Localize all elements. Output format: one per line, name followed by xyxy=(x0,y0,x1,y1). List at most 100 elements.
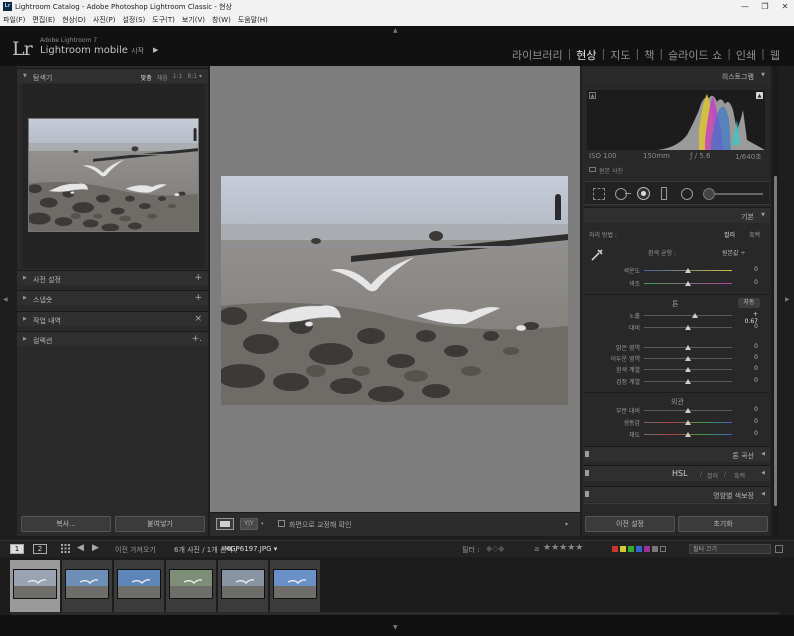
slider-track[interactable] xyxy=(644,345,732,350)
slider-track[interactable] xyxy=(644,408,732,413)
menu-view[interactable]: 보기(V) xyxy=(182,15,205,25)
histogram-graph[interactable]: ▲ ▲ xyxy=(587,90,765,150)
slider-track[interactable] xyxy=(644,356,732,361)
right-panel-scrollbar[interactable] xyxy=(773,66,778,536)
module-library[interactable]: 라이브러리 xyxy=(512,47,563,63)
filmstrip-filename[interactable]: IMGP6197.JPG ▾ xyxy=(222,545,277,553)
adjustment-brush-slider[interactable] xyxy=(715,193,763,195)
add-snapshot-icon[interactable]: + xyxy=(194,293,202,303)
menu-window[interactable]: 창(W) xyxy=(212,15,231,25)
add-collection-icon[interactable]: +. xyxy=(192,334,202,344)
navigator-header[interactable]: ▼ 탐색기 맞춤 채움 1:1 8:1 ▾ xyxy=(17,68,208,83)
flag-filter-icons[interactable]: ◆◇◆ xyxy=(486,544,504,553)
slider-track[interactable] xyxy=(644,367,732,372)
slider-track[interactable] xyxy=(644,420,732,425)
tone-auto-button[interactable]: 자동 xyxy=(738,298,760,308)
loupe-view-icon[interactable] xyxy=(216,518,234,530)
module-web[interactable]: 웹 xyxy=(770,47,780,63)
panel-switch-icon[interactable] xyxy=(585,470,589,476)
slider-knob[interactable] xyxy=(685,325,691,330)
slider-knob[interactable] xyxy=(685,367,691,372)
slider-track[interactable] xyxy=(644,432,732,437)
slider-track[interactable] xyxy=(644,379,732,384)
view-options-chevron-icon[interactable]: ▾ xyxy=(261,521,264,527)
hsl-header[interactable]: HSL / 컬러 / 흑백 ◀ xyxy=(584,465,770,481)
slider-value[interactable]: 0 xyxy=(738,365,758,372)
original-photo-checkbox[interactable] xyxy=(589,167,596,172)
treatment-color-option[interactable]: 컬러 xyxy=(724,230,735,239)
slider-knob[interactable] xyxy=(685,420,691,425)
treatment-bw-option[interactable]: 흑백 xyxy=(749,230,760,239)
slider-knob[interactable] xyxy=(692,313,699,318)
navigator-preview-image[interactable] xyxy=(28,118,199,232)
hsl-title[interactable]: HSL xyxy=(672,469,688,478)
spot-removal-tool-icon[interactable] xyxy=(615,188,627,200)
histogram-header[interactable]: 히스토그램 ▼ xyxy=(584,68,770,84)
paste-settings-button[interactable]: 붙여넣기 xyxy=(115,516,205,532)
filter-lock-icon[interactable] xyxy=(775,545,783,553)
snapshots-header[interactable]: ▶ 스냅숏 + xyxy=(17,290,208,305)
slider-knob[interactable] xyxy=(685,356,691,361)
color-label-filters[interactable] xyxy=(612,546,666,552)
add-preset-icon[interactable]: + xyxy=(194,273,202,283)
close-icon[interactable]: ✕ xyxy=(778,1,792,12)
slider-track[interactable] xyxy=(644,268,732,273)
bottom-panel-toggle-icon[interactable]: ▼ xyxy=(393,624,398,631)
filmstrip-thumbnail[interactable] xyxy=(114,560,164,612)
zoom-fill[interactable]: 채움 xyxy=(157,73,168,82)
history-header[interactable]: ▶ 작업 내역 × xyxy=(17,311,208,326)
menu-photo[interactable]: 사진(P) xyxy=(93,15,116,25)
radial-filter-icon[interactable] xyxy=(681,188,693,200)
filmstrip-thumbnail[interactable] xyxy=(218,560,268,612)
slider-value[interactable]: 0 xyxy=(738,266,758,273)
slider-value[interactable]: 0 xyxy=(738,418,758,425)
filmstrip-thumbnail[interactable] xyxy=(10,560,60,612)
menu-settings[interactable]: 설정(S) xyxy=(122,15,145,25)
module-book[interactable]: 책 xyxy=(644,47,654,63)
red-eye-tool-icon[interactable] xyxy=(637,187,650,200)
secondary-window-button[interactable]: 2 xyxy=(33,544,47,554)
menu-help[interactable]: 도움말(H) xyxy=(238,15,268,25)
slider-knob[interactable] xyxy=(685,408,691,413)
slider-track[interactable] xyxy=(644,281,732,286)
presets-header[interactable]: ▶ 사전 설정 + xyxy=(17,270,208,285)
filmstrip-thumbnail[interactable] xyxy=(166,560,216,612)
module-map[interactable]: 지도 xyxy=(610,47,630,63)
white-balance-dropdown[interactable]: 원본값 ÷ xyxy=(722,248,746,257)
slider-value[interactable]: 0 xyxy=(738,343,758,350)
lightroom-mobile-start[interactable]: Lightroom mobile 시작 xyxy=(40,45,144,56)
split-toning-header[interactable]: 명암별 색보정 ◀ xyxy=(584,486,770,502)
zoom-fit[interactable]: 맞춤 xyxy=(141,73,152,82)
slider-knob[interactable] xyxy=(685,281,691,286)
right-panel-toggle-icon[interactable]: ▶ xyxy=(785,296,790,303)
slider-knob[interactable] xyxy=(685,268,691,273)
filmstrip-thumbnail[interactable] xyxy=(270,560,320,612)
shadow-clipping-icon[interactable]: ▲ xyxy=(589,92,596,99)
slider-track[interactable] xyxy=(644,313,732,318)
panel-switch-icon[interactable] xyxy=(585,451,589,457)
clear-history-icon[interactable]: × xyxy=(194,314,202,324)
menu-file[interactable]: 파일(F) xyxy=(3,15,25,25)
star-filter-icons[interactable]: ★★★★★ xyxy=(543,543,583,553)
play-arrow-icon[interactable]: ▶ xyxy=(153,46,158,54)
slider-value[interactable]: 0 xyxy=(738,354,758,361)
toolbar-options-chevron-icon[interactable]: ▾ xyxy=(565,521,568,528)
menu-develop[interactable]: 현상(D) xyxy=(62,15,86,25)
filter-preset-dropdown[interactable]: 필터 끄기 xyxy=(689,544,771,554)
panel-switch-icon[interactable] xyxy=(585,491,589,497)
hsl-color-tab[interactable]: 컬러 xyxy=(707,471,718,480)
forward-arrow-icon[interactable]: ▶ xyxy=(92,543,99,553)
zoom-custom[interactable]: 8:1 ▾ xyxy=(187,73,202,82)
softproof-checkbox[interactable] xyxy=(278,520,285,527)
back-arrow-icon[interactable]: ◀ xyxy=(77,543,84,553)
highlight-clipping-icon[interactable]: ▲ xyxy=(756,92,763,99)
copy-settings-button[interactable]: 복사... xyxy=(21,516,111,532)
main-window-button[interactable]: 1 xyxy=(10,544,24,554)
slider-knob[interactable] xyxy=(685,379,691,384)
slider-value[interactable]: 0 xyxy=(738,323,758,330)
module-print[interactable]: 인쇄 xyxy=(736,47,756,63)
adjustment-brush-icon[interactable] xyxy=(703,188,715,200)
hsl-bw-tab[interactable]: 흑백 xyxy=(734,471,745,480)
slider-value[interactable]: 0 xyxy=(738,279,758,286)
reset-button[interactable]: 초기화 xyxy=(678,516,768,532)
